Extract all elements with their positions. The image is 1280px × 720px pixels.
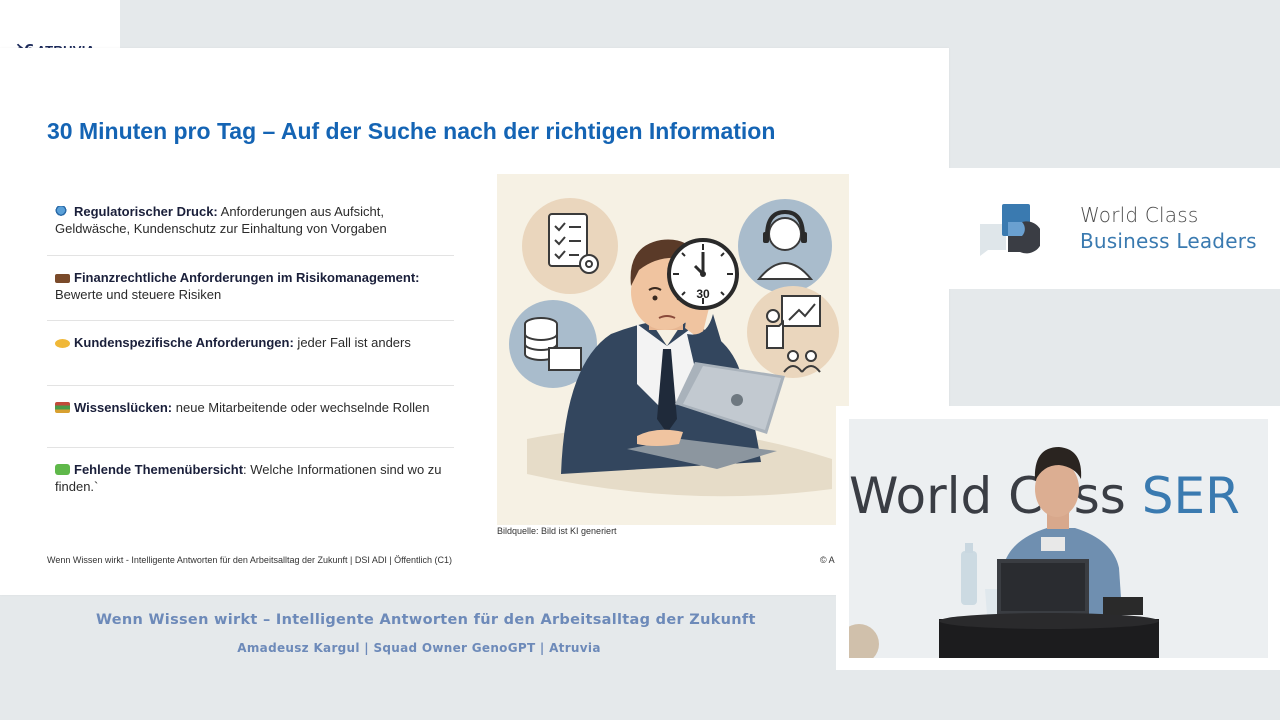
magnifier-icon <box>55 206 70 217</box>
bullet-item: Kundenspezifische Anforderungen: jeder F… <box>47 321 454 386</box>
bullet-heading: Kundenspezifische Anforderungen: <box>74 335 294 350</box>
speaker-info: Amadeusz Kargul | Squad Owner GenoGPT | … <box>237 641 601 655</box>
water-bottle <box>961 551 977 605</box>
brand-line-2: Business Leaders <box>1080 229 1257 253</box>
briefcase-icon <box>55 274 70 283</box>
speech-bubbles-icon <box>980 204 1040 256</box>
books-icon <box>55 402 70 413</box>
presentation-slide: 30 Minuten pro Tag – Auf der Suche nach … <box>0 48 949 595</box>
clock-label: 30 <box>696 287 710 301</box>
bullet-text: jeder Fall ist anders <box>293 335 411 350</box>
bullet-item: Regulatorischer Druck: Anforderungen aus… <box>47 191 454 256</box>
talk-title: Wenn Wissen wirkt – Intelligente Antwort… <box>96 612 756 628</box>
bullet-text: neue Mitarbeitende oder wechselnde Rolle… <box>172 400 430 415</box>
event-brand-card: World Class Business Leaders <box>949 168 1280 289</box>
speaker-video: World Cass SER <box>849 419 1268 658</box>
bullet-heading: Fehlende Themenübersicht <box>74 462 244 477</box>
bullet-heading: Regulatorischer Druck: <box>74 204 218 219</box>
stressed-businessman-illustration: 30 <box>497 174 849 525</box>
bullet-list: Regulatorischer Druck: Anforderungen aus… <box>47 191 454 495</box>
image-source-caption: Bildquelle: Bild ist KI generiert <box>497 526 617 536</box>
copyright-label: © A <box>820 555 835 565</box>
bullet-heading: Wissenslücken: <box>74 400 173 415</box>
bullet-heading: Finanzrechtliche Anforderungen im Risiko… <box>74 270 420 285</box>
bullet-text: Bewerte und steuere Risiken <box>55 287 222 302</box>
slide-title: 30 Minuten pro Tag – Auf der Suche nach … <box>47 118 776 144</box>
puzzle-icon <box>55 464 70 475</box>
bullet-item: Finanzrechtliche Anforderungen im Risiko… <box>47 256 454 321</box>
handshake-icon <box>55 339 70 348</box>
brand-line-1: World Class <box>1080 203 1199 227</box>
slide-footer: Wenn Wissen wirkt - Intelligente Antwort… <box>47 555 453 565</box>
bullet-item: Fehlende Themenübersicht: Welche Informa… <box>47 448 454 495</box>
bullet-item: Wissenslücken: neue Mitarbeitende oder w… <box>47 386 454 448</box>
